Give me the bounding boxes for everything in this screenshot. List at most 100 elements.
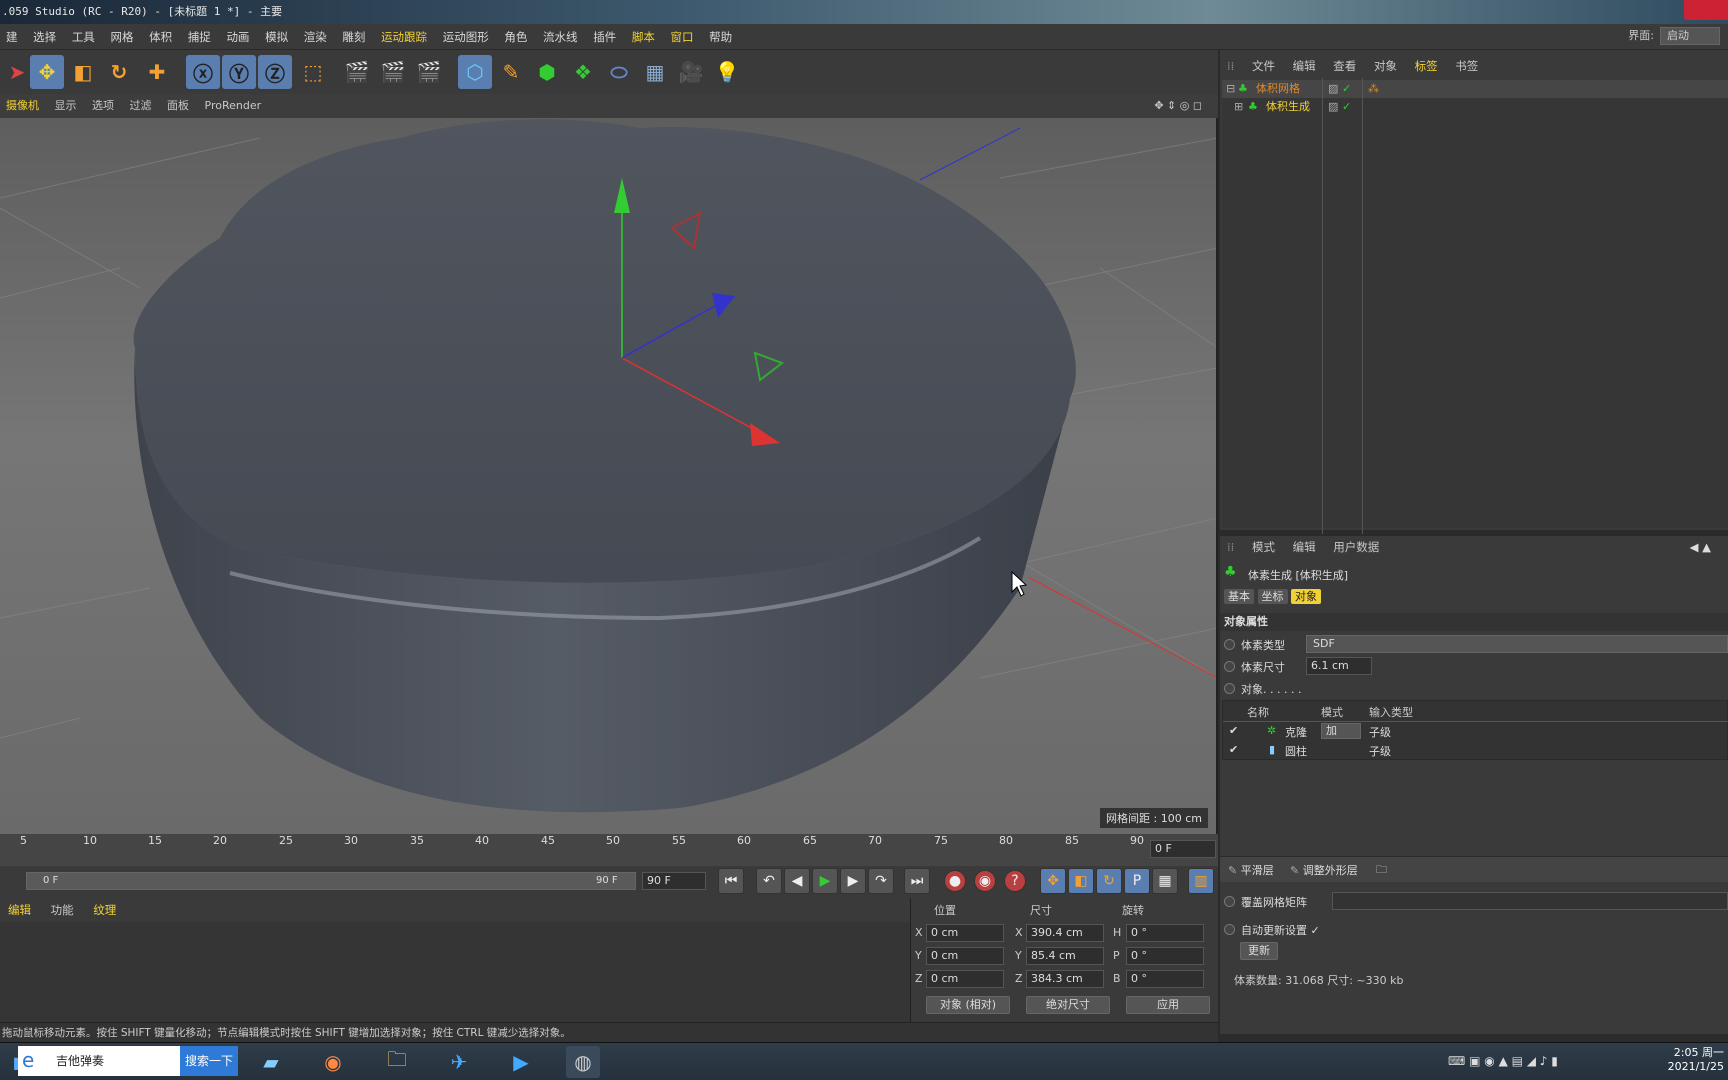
- move-plus-icon[interactable]: ✚: [140, 55, 174, 89]
- viewport-tab-display[interactable]: 显示: [55, 99, 77, 112]
- 3d-viewport[interactable]: 网格间距 : 100 cm: [0, 118, 1218, 834]
- timeline-window-icon[interactable]: ▥: [1188, 868, 1214, 894]
- coord-mode-dropdown[interactable]: 对象 (相对): [926, 996, 1010, 1014]
- system-tray-icons[interactable]: ⌨ ▣ ◉ ▲ ▤ ◢ ♪ ▮: [1448, 1054, 1558, 1068]
- world-coord-icon[interactable]: ⬚: [296, 55, 330, 89]
- row-check-icon[interactable]: ✔: [1229, 743, 1238, 756]
- attr-menu-mode[interactable]: 模式: [1252, 540, 1275, 554]
- play-icon[interactable]: ▶: [812, 868, 838, 894]
- menu-item[interactable]: 雕刻: [342, 24, 365, 50]
- material-menu-function[interactable]: 功能: [51, 903, 74, 917]
- apply-button[interactable]: 应用: [1126, 996, 1210, 1014]
- attr-menu-userdata[interactable]: 用户数据: [1333, 540, 1379, 554]
- object-name[interactable]: 体积网格: [1256, 80, 1300, 98]
- rotation-p-field[interactable]: 0 °: [1126, 947, 1204, 965]
- rotation-b-field[interactable]: 0 °: [1126, 970, 1204, 988]
- messenger-icon[interactable]: ✈: [442, 1046, 476, 1078]
- menu-item[interactable]: 帮助: [709, 24, 732, 50]
- layer-icon[interactable]: ▨: [1328, 98, 1338, 116]
- update-button[interactable]: 更新: [1240, 942, 1278, 960]
- menu-item[interactable]: 脚本: [632, 24, 655, 50]
- menu-item[interactable]: 运动图形: [443, 24, 489, 50]
- deformer-icon[interactable]: ⬭: [602, 55, 636, 89]
- video-app-icon[interactable]: ▶: [504, 1046, 538, 1078]
- reshape-layer-button[interactable]: ✎ 调整外形层: [1290, 862, 1358, 878]
- material-menu-edit[interactable]: 编辑: [8, 903, 31, 917]
- menu-item[interactable]: 捕捉: [188, 24, 211, 50]
- floor-icon[interactable]: ▦: [638, 55, 672, 89]
- om-menu-objects[interactable]: 对象: [1374, 59, 1397, 73]
- position-z-field[interactable]: 0 cm: [926, 970, 1004, 988]
- object-name[interactable]: 体积生成: [1266, 98, 1310, 116]
- move-tool-icon[interactable]: ✥: [30, 55, 64, 89]
- render-view-icon[interactable]: 🎬: [340, 55, 374, 89]
- viewport-tab-options[interactable]: 选项: [92, 99, 114, 112]
- subtab-coord[interactable]: 坐标: [1257, 589, 1288, 604]
- light-icon[interactable]: 💡: [710, 55, 744, 89]
- om-menu-file[interactable]: 文件: [1252, 59, 1275, 73]
- om-menu-view[interactable]: 查看: [1333, 59, 1356, 73]
- chrome-icon[interactable]: ◉: [316, 1046, 350, 1078]
- pen-icon[interactable]: ✎: [494, 55, 528, 89]
- menu-item[interactable]: 动画: [226, 24, 249, 50]
- key-param-icon[interactable]: P: [1124, 868, 1150, 894]
- viewport-tab-filter[interactable]: 过滤: [130, 99, 152, 112]
- om-menu-tags[interactable]: 标签: [1415, 59, 1438, 73]
- scale-tool-icon[interactable]: ◧: [66, 55, 100, 89]
- menu-item[interactable]: 体积: [149, 24, 172, 50]
- key-scale-icon[interactable]: ◧: [1068, 868, 1094, 894]
- record-icon[interactable]: ●: [944, 870, 966, 892]
- size-y-field[interactable]: 85.4 cm: [1026, 947, 1104, 965]
- cube-icon[interactable]: ⬡: [458, 55, 492, 89]
- animate-radio[interactable]: [1224, 924, 1235, 935]
- animate-radio[interactable]: [1224, 683, 1235, 694]
- z-axis-lock-icon[interactable]: Ⓩ: [258, 55, 292, 89]
- camera-icon[interactable]: 🎥: [674, 55, 708, 89]
- menu-item[interactable]: 运动跟踪: [381, 24, 427, 50]
- menu-item[interactable]: 工具: [72, 24, 95, 50]
- viewport-tab-panel[interactable]: 面板: [167, 99, 189, 112]
- array-icon[interactable]: ❖: [566, 55, 600, 89]
- file-explorer-icon[interactable]: 🗀: [380, 1046, 414, 1078]
- position-y-field[interactable]: 0 cm: [926, 947, 1004, 965]
- tree-expand-icon[interactable]: ⊞: [1234, 98, 1243, 116]
- position-x-field[interactable]: 0 cm: [926, 924, 1004, 942]
- search-button[interactable]: 搜索一下: [180, 1046, 238, 1076]
- menu-item[interactable]: 模拟: [265, 24, 288, 50]
- key-rotate-icon[interactable]: ↻: [1096, 868, 1122, 894]
- material-menu-texture[interactable]: 纹理: [93, 903, 116, 917]
- menu-item[interactable]: 窗口: [671, 24, 694, 50]
- menu-item[interactable]: 渲染: [304, 24, 327, 50]
- om-menu-bookmarks[interactable]: 书签: [1455, 59, 1478, 73]
- table-row-name[interactable]: 克隆: [1285, 724, 1307, 740]
- menu-item[interactable]: 插件: [593, 24, 616, 50]
- tree-expand-icon[interactable]: ⊟: [1226, 80, 1235, 98]
- size-z-field[interactable]: 384.3 cm: [1026, 970, 1104, 988]
- attr-menu-edit[interactable]: 编辑: [1293, 540, 1316, 554]
- auto-update-checkbox[interactable]: ✓: [1311, 924, 1320, 937]
- animate-radio[interactable]: [1224, 896, 1235, 907]
- viewport-nav-icons[interactable]: ✥ ⇕ ◎ ◻: [1154, 94, 1202, 118]
- menu-item[interactable]: 角色: [504, 24, 527, 50]
- auto-key-icon[interactable]: ◉: [974, 870, 996, 892]
- next-key-icon[interactable]: ↷: [868, 868, 894, 894]
- next-frame-icon[interactable]: ▶: [840, 868, 866, 894]
- tag-icon[interactable]: ⁂: [1368, 80, 1379, 98]
- layer-icon[interactable]: ▨: [1328, 80, 1338, 98]
- nav-arrows-icon[interactable]: ◀ ▲: [1690, 537, 1711, 557]
- animate-radio[interactable]: [1224, 639, 1235, 650]
- search-input[interactable]: 吉他弹奏: [18, 1046, 180, 1076]
- mode-dropdown[interactable]: 加: [1321, 723, 1361, 739]
- size-mode-dropdown[interactable]: 绝对尺寸: [1026, 996, 1110, 1014]
- subdivision-icon[interactable]: ⬢: [530, 55, 564, 89]
- override-field[interactable]: [1332, 892, 1728, 910]
- end-frame-field[interactable]: 90 F: [642, 872, 706, 890]
- enabled-check-icon[interactable]: ✓: [1342, 80, 1351, 98]
- close-window-button[interactable]: [1684, 0, 1728, 20]
- menu-item[interactable]: 网格: [110, 24, 133, 50]
- subtab-object[interactable]: 对象: [1291, 589, 1321, 604]
- viewport-tab-prorender[interactable]: ProRender: [205, 99, 262, 112]
- viewport-tab-camera[interactable]: 摄像机: [6, 99, 39, 112]
- menu-item[interactable]: 流水线: [543, 24, 578, 50]
- current-frame-field[interactable]: 0 F: [1150, 840, 1216, 858]
